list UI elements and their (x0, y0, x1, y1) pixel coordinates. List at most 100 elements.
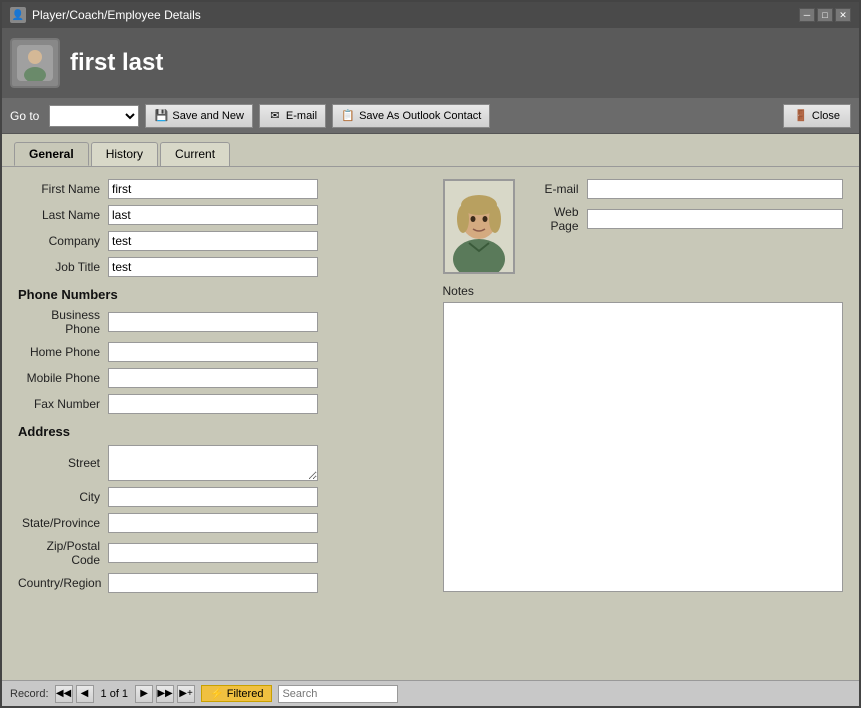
title-bar-controls[interactable]: ─ □ ✕ (799, 8, 851, 22)
first-name-label: First Name (18, 182, 108, 196)
street-row: Street (18, 445, 419, 481)
tab-general[interactable]: General (14, 142, 89, 166)
close-label: Close (812, 110, 840, 122)
right-column: E-mail Web Page Notes (431, 179, 844, 599)
job-title-row: Job Title (18, 257, 419, 277)
phone-section: Phone Numbers Business Phone Home Phone … (18, 287, 419, 414)
outlook-icon: 📋 (341, 109, 355, 123)
save-new-label: Save and New (172, 110, 244, 122)
email-input[interactable] (587, 179, 844, 199)
form-grid: First Name Last Name Company (18, 179, 843, 599)
notes-label: Notes (443, 284, 844, 298)
country-label: Country/Region (18, 576, 108, 590)
close-button[interactable]: 🚪 Close (783, 104, 851, 128)
state-row: State/Province (18, 513, 419, 533)
main-window: 👤 Player/Coach/Employee Details ─ □ ✕ fi… (0, 0, 861, 708)
title-bar: 👤 Player/Coach/Employee Details ─ □ ✕ (2, 2, 859, 28)
goto-select[interactable] (49, 105, 139, 127)
company-label: Company (18, 234, 108, 248)
form-area: First Name Last Name Company (2, 166, 859, 611)
toolbar: Go to 💾 Save and New ✉ E-mail 📋 Save As … (2, 98, 859, 134)
state-label: State/Province (18, 516, 108, 530)
tab-history[interactable]: History (91, 142, 158, 166)
nav-prev-button[interactable]: ◀ (76, 685, 94, 703)
address-section: Address Street City State/Province (18, 424, 419, 593)
avatar-image (445, 181, 513, 272)
tab-current[interactable]: Current (160, 142, 230, 166)
last-name-row: Last Name (18, 205, 419, 225)
left-column: First Name Last Name Company (18, 179, 431, 599)
search-input[interactable] (278, 685, 398, 703)
city-input[interactable] (108, 487, 318, 507)
state-input[interactable] (108, 513, 318, 533)
nav-new-button[interactable]: ▶+ (177, 685, 195, 703)
business-phone-row: Business Phone (18, 308, 419, 336)
fax-number-label: Fax Number (18, 397, 108, 411)
email-label: E-mail (286, 110, 317, 122)
address-section-header: Address (18, 424, 419, 439)
nav-next-button[interactable]: ▶ (135, 685, 153, 703)
header-bar: first last (2, 28, 859, 98)
save-new-button[interactable]: 💾 Save and New (145, 104, 253, 128)
status-bar: Record: ◀◀ ◀ 1 of 1 ▶ ▶▶ ▶+ ⚡ Filtered (2, 680, 859, 706)
mobile-phone-input[interactable] (108, 368, 318, 388)
phone-section-header: Phone Numbers (18, 287, 419, 302)
street-label: Street (18, 456, 108, 470)
record-nav: ◀◀ ◀ 1 of 1 ▶ ▶▶ ▶+ (55, 685, 196, 703)
zip-label: Zip/Postal Code (18, 539, 108, 567)
minimize-button[interactable]: ─ (799, 8, 815, 22)
city-row: City (18, 487, 419, 507)
window-title: Player/Coach/Employee Details (32, 8, 201, 22)
city-label: City (18, 490, 108, 504)
save-new-icon: 💾 (154, 109, 168, 123)
title-bar-left: 👤 Player/Coach/Employee Details (10, 7, 201, 23)
restore-button[interactable]: □ (817, 8, 833, 22)
first-name-input[interactable] (108, 179, 318, 199)
fax-number-row: Fax Number (18, 394, 419, 414)
close-window-button[interactable]: ✕ (835, 8, 851, 22)
email-button[interactable]: ✉ E-mail (259, 104, 326, 128)
first-name-row: First Name (18, 179, 419, 199)
zip-input[interactable] (108, 543, 318, 563)
filter-icon: ⚡ (210, 687, 224, 700)
save-outlook-button[interactable]: 📋 Save As Outlook Contact (332, 104, 490, 128)
nav-last-button[interactable]: ▶▶ (156, 685, 174, 703)
filtered-badge: ⚡ Filtered (201, 685, 272, 702)
record-label: Record: (10, 688, 49, 700)
filtered-label: Filtered (227, 688, 264, 700)
street-input[interactable] (108, 445, 318, 481)
country-input[interactable] (108, 573, 318, 593)
web-page-label: Web Page (527, 205, 587, 233)
fax-number-input[interactable] (108, 394, 318, 414)
notes-textarea[interactable] (443, 302, 844, 592)
goto-label: Go to (10, 109, 39, 123)
save-outlook-label: Save As Outlook Contact (359, 110, 481, 122)
avatar-box (443, 179, 515, 274)
email-label: E-mail (527, 182, 587, 196)
last-name-label: Last Name (18, 208, 108, 222)
record-count: 1 of 1 (101, 688, 129, 700)
company-input[interactable] (108, 231, 318, 251)
header-title: first last (70, 49, 163, 77)
job-title-label: Job Title (18, 260, 108, 274)
web-page-row: Web Page (527, 205, 844, 233)
tabs: General History Current (2, 134, 859, 166)
web-page-input[interactable] (587, 209, 844, 229)
right-top: E-mail Web Page (443, 179, 844, 274)
mobile-phone-label: Mobile Phone (18, 371, 108, 385)
close-icon: 🚪 (794, 109, 808, 123)
home-phone-input[interactable] (108, 342, 318, 362)
last-name-input[interactable] (108, 205, 318, 225)
nav-first-button[interactable]: ◀◀ (55, 685, 73, 703)
email-row: E-mail (527, 179, 844, 199)
home-phone-label: Home Phone (18, 345, 108, 359)
business-phone-input[interactable] (108, 312, 318, 332)
notes-section: Notes (443, 284, 844, 595)
mobile-phone-row: Mobile Phone (18, 368, 419, 388)
email-icon: ✉ (268, 109, 282, 123)
business-phone-label: Business Phone (18, 308, 108, 336)
email-web-section: E-mail Web Page (527, 179, 844, 239)
country-row: Country/Region (18, 573, 419, 593)
job-title-input[interactable] (108, 257, 318, 277)
header-icon (10, 38, 60, 88)
